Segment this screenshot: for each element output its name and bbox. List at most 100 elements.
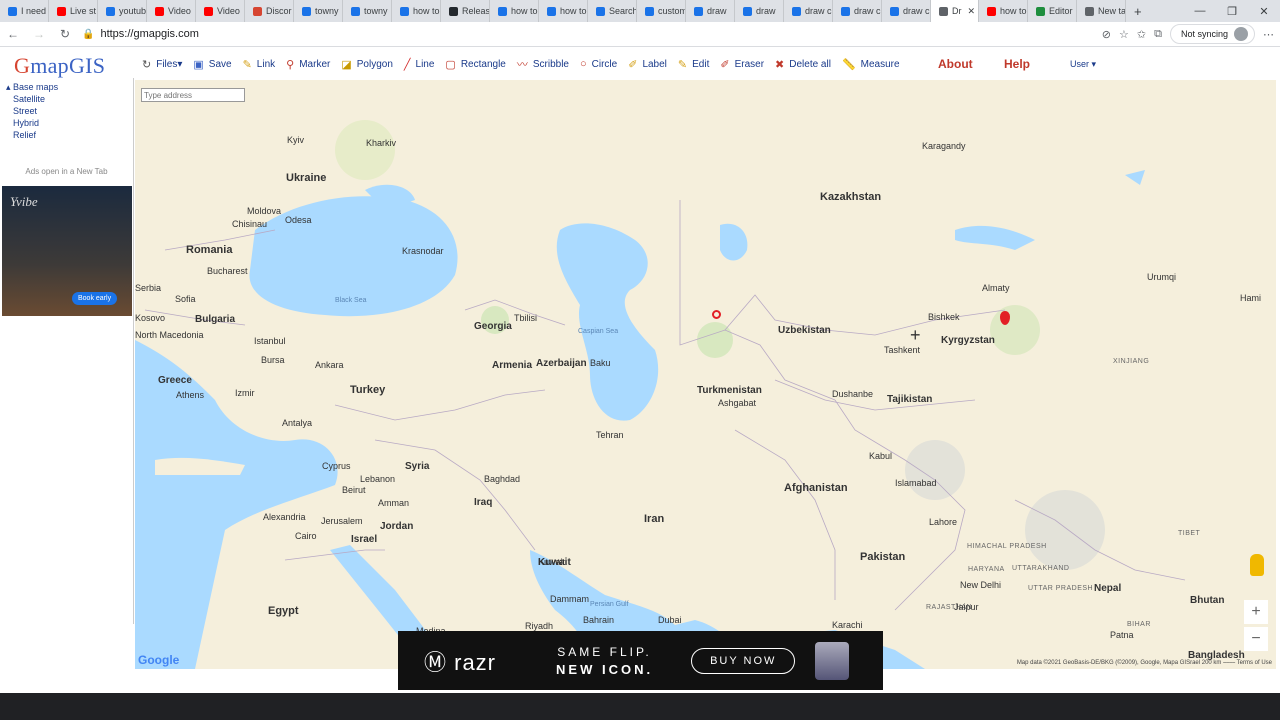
browser-tab[interactable]: how to — [490, 0, 539, 22]
browser-tab[interactable]: Discor — [245, 0, 294, 22]
browser-tab[interactable]: custom — [637, 0, 686, 22]
browser-tab[interactable]: how to — [392, 0, 441, 22]
base-map-street[interactable]: Street — [6, 105, 133, 117]
map-label: Tbilisi — [514, 313, 538, 323]
browser-tab[interactable]: Video — [147, 0, 196, 22]
map-label: Istanbul — [254, 336, 286, 346]
edit-button[interactable]: ✎ Edit — [678, 58, 709, 71]
eraser-button[interactable]: ✐ Eraser — [720, 58, 764, 71]
lock-icon[interactable]: 🔒 — [82, 29, 94, 40]
save-button[interactable]: ▣ Save — [193, 58, 231, 71]
restore-icon[interactable]: ❐ — [1216, 5, 1248, 18]
bottom-ad-banner[interactable]: Ⓜ razr SAME FLIP. NEW ICON. BUY NOW — [398, 631, 883, 690]
drawn-circle-marker[interactable] — [712, 310, 721, 319]
book-early-button[interactable]: Book early — [72, 292, 118, 305]
sync-button[interactable]: Not syncing — [1169, 24, 1255, 44]
collections-icon[interactable]: ⧉ — [1154, 28, 1162, 41]
browser-tab[interactable]: draw — [686, 0, 735, 22]
app-logo[interactable]: GmapGIS — [14, 53, 105, 79]
address-search-input[interactable] — [141, 88, 245, 102]
buy-now-button[interactable]: BUY NOW — [691, 647, 796, 674]
minimize-icon[interactable]: — — [1184, 5, 1216, 17]
circle-label: Circle — [591, 58, 618, 70]
browser-tab[interactable]: Releas — [441, 0, 490, 22]
logo-g: G — [14, 53, 31, 78]
circle-button[interactable]: ○ Circle — [580, 58, 617, 70]
browser-tab[interactable]: how to — [539, 0, 588, 22]
zoom-in-button[interactable]: + — [1244, 600, 1268, 624]
favorites-icon[interactable]: ✩ — [1137, 28, 1146, 41]
tab-favicon-icon — [841, 6, 850, 16]
sidebar-ad[interactable]: Yvibe Book early — [2, 186, 132, 316]
delete-all-button[interactable]: ✖ Delete all — [775, 58, 831, 71]
browser-tab[interactable]: Search — [588, 0, 637, 22]
map-label: Egypt — [268, 605, 299, 617]
street-view-pegman-icon[interactable] — [1250, 554, 1264, 576]
about-link[interactable]: About — [938, 57, 973, 71]
tab-title: Discor — [266, 6, 292, 16]
browser-tab[interactable]: how to — [979, 0, 1028, 22]
map-canvas[interactable]: Kazakhstan Ukraine Romania Bulgaria Georgia U… — [135, 80, 1276, 669]
link-button[interactable]: ✎ Link — [243, 58, 276, 71]
line-button[interactable]: ╱ Line — [404, 58, 435, 71]
map-label: UTTAR PRADESH — [1028, 585, 1094, 592]
back-icon[interactable]: ← — [0, 27, 26, 41]
edit-label: Edit — [692, 58, 710, 70]
browser-tab[interactable]: towny — [294, 0, 343, 22]
tab-title: how to — [560, 6, 587, 16]
tab-title: custom — [658, 6, 686, 16]
browser-tab[interactable]: New ta — [1077, 0, 1126, 22]
base-maps-toggle[interactable]: ▴ Base maps — [6, 81, 133, 93]
url-field[interactable]: https://gmapgis.com — [100, 28, 1101, 40]
close-window-icon[interactable]: ✕ — [1248, 5, 1280, 18]
browser-tab[interactable]: Dr ✕ — [931, 0, 979, 22]
extension-icon[interactable]: ⊘ — [1102, 28, 1111, 41]
measure-button[interactable]: 📏 Measure — [842, 58, 900, 71]
browser-address-bar: ← → ↻ 🔒 https://gmapgis.com ⊘ ☆ ✩ ⧉ Not … — [0, 22, 1280, 47]
map-label: Black Sea — [335, 297, 367, 304]
browser-tab[interactable]: draw c — [882, 0, 931, 22]
browser-tab[interactable]: draw c — [833, 0, 882, 22]
browser-tab[interactable]: draw c — [784, 0, 833, 22]
help-link[interactable]: Help — [1004, 57, 1030, 71]
tab-favicon-icon — [498, 6, 507, 16]
razr-logo: Ⓜ razr — [424, 649, 497, 675]
tab-favicon-icon — [253, 6, 262, 16]
browser-tab[interactable]: draw — [735, 0, 784, 22]
star-icon[interactable]: ☆ — [1119, 28, 1129, 41]
browser-tab[interactable]: towny — [343, 0, 392, 22]
base-map-satellite[interactable]: Satellite — [6, 93, 133, 105]
browser-tab[interactable]: Editor — [1028, 0, 1077, 22]
browser-tab[interactable]: Video — [196, 0, 245, 22]
user-menu[interactable]: User ▾ — [1070, 59, 1096, 70]
reload-icon[interactable]: ↻ — [52, 27, 78, 41]
ad-slogan: SAME FLIP. NEW ICON. — [556, 643, 653, 679]
map-label: Alexandria — [263, 512, 306, 522]
tab-title: draw c — [805, 6, 832, 16]
more-menu-icon[interactable]: ⋯ — [1263, 28, 1274, 41]
map-label: Baku — [590, 358, 611, 368]
browser-tab[interactable]: Live st — [49, 0, 98, 22]
forward-icon[interactable]: → — [26, 27, 52, 41]
close-tab-icon[interactable]: ✕ — [967, 6, 975, 17]
zoom-out-button[interactable]: − — [1244, 627, 1268, 651]
base-map-relief[interactable]: Relief — [6, 129, 133, 141]
page: GmapGIS ↻ Files ▾ ▣ Save ✎ Link ⚲ Marker ◪ Polygo… — [0, 47, 1280, 693]
tab-favicon-icon — [645, 6, 654, 16]
tab-title: draw — [756, 6, 776, 16]
rectangle-button[interactable]: ▢ Rectangle — [445, 58, 505, 71]
files-button[interactable]: ↻ Files ▾ — [142, 58, 182, 71]
label-button[interactable]: ✐ Label — [628, 58, 667, 71]
map-label: Dushanbe — [832, 389, 874, 399]
browser-tab[interactable]: I need — [0, 0, 49, 22]
map-label: Amman — [378, 498, 410, 508]
browser-tab[interactable]: youtub — [98, 0, 147, 22]
map-attribution[interactable]: Map data ©2021 GeoBasis-DE/BKG (©2009), … — [1017, 660, 1272, 667]
base-map-hybrid[interactable]: Hybrid — [6, 117, 133, 129]
marker-button[interactable]: ⚲ Marker — [286, 58, 330, 71]
scribble-button[interactable]: 〰 Scribble — [517, 56, 569, 72]
new-tab-icon[interactable]: + — [1126, 4, 1150, 19]
map-label: Afghanistan — [784, 482, 848, 494]
polygon-button[interactable]: ◪ Polygon — [341, 58, 393, 71]
map-label: Kharkiv — [366, 138, 397, 148]
